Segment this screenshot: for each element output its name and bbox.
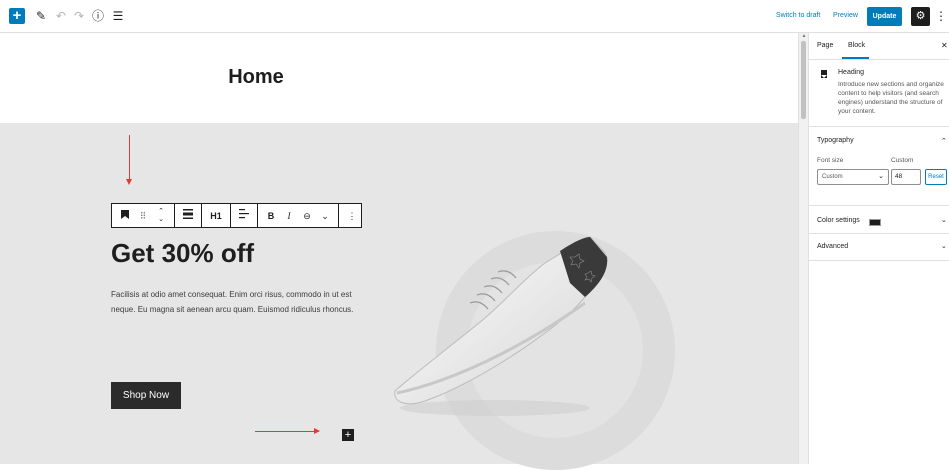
shop-now-button[interactable]: Shop Now (111, 382, 181, 409)
redo-icon[interactable]: ↷ (72, 8, 86, 24)
scrollbar-thumb[interactable] (801, 41, 806, 119)
more-options-icon[interactable]: ⋮ (935, 8, 947, 24)
chevron-up-icon[interactable]: ⌃ (941, 137, 947, 145)
text-align-icon[interactable] (237, 208, 251, 224)
switch-to-draft-button[interactable]: Switch to draft (776, 12, 820, 19)
chevron-down-icon[interactable]: ⌄ (941, 216, 947, 224)
tab-block[interactable]: Block (848, 42, 865, 49)
info-icon[interactable]: ⓘ (91, 8, 105, 24)
undo-icon[interactable]: ↶ (54, 8, 68, 24)
annotation-arrow-down-head (126, 179, 132, 185)
drag-handle-icon[interactable]: ⠿ (136, 208, 150, 224)
font-size-select[interactable]: Custom ⌄ (817, 169, 889, 185)
settings-sidebar: Page Block ✕ Heading Introduce new secti… (808, 33, 949, 464)
preview-button[interactable]: Preview (833, 12, 858, 19)
divider (809, 260, 949, 261)
align-wide-icon[interactable] (181, 208, 195, 224)
canvas-scrollbar[interactable]: ▲ (798, 33, 808, 464)
divider (809, 205, 949, 206)
bold-button[interactable]: B (264, 208, 278, 224)
heading-bookmark-icon (821, 70, 827, 78)
tab-page[interactable]: Page (817, 42, 833, 49)
block-name: Heading (838, 69, 865, 76)
active-tab-indicator (842, 57, 869, 59)
update-button[interactable]: Update (867, 7, 902, 26)
list-view-icon[interactable]: ☰ (111, 8, 125, 24)
add-block-button[interactable]: + (9, 8, 25, 24)
font-size-label: Font size (817, 157, 844, 164)
typography-panel-title[interactable]: Typography (817, 137, 854, 144)
custom-font-size-input[interactable]: 48 (891, 169, 921, 185)
reset-button[interactable]: Reset (925, 169, 947, 185)
heading-block-icon[interactable] (118, 208, 132, 224)
chevron-down-icon: ⌄ (878, 173, 884, 180)
hero-paragraph[interactable]: Facilisis at odio amet consequat. Enim o… (111, 287, 366, 317)
hero-cover-block[interactable]: ⠿ ⌃ ⌄ H1 B I ⊖ ⌄ ⋮ Get 30% off Facilisis… (0, 123, 798, 470)
more-formats-chevron-icon[interactable]: ⌄ (318, 208, 332, 224)
page-title[interactable]: Home (0, 66, 512, 89)
block-options-icon[interactable]: ⋮ (345, 208, 359, 224)
link-icon[interactable]: ⊖ (300, 208, 314, 224)
divider (809, 233, 949, 234)
settings-gear-icon[interactable]: ⚙ (911, 7, 930, 26)
italic-button[interactable]: I (282, 208, 296, 224)
advanced-panel-title[interactable]: Advanced (817, 243, 848, 250)
scroll-up-arrow-icon[interactable]: ▲ (801, 33, 807, 39)
pencil-tools-icon[interactable]: ✎ (34, 8, 48, 24)
color-swatch (869, 219, 881, 226)
editor-topbar: + ✎ ↶ ↷ ⓘ ☰ Switch to draft Preview Upda… (0, 0, 949, 33)
heading-level-button[interactable]: H1 (208, 208, 224, 224)
hero-heading[interactable]: Get 30% off (111, 238, 254, 269)
annotation-arrow-down (129, 135, 130, 181)
title-area: Home (0, 33, 798, 123)
block-inserter-plus-icon[interactable]: + (342, 429, 354, 441)
block-toolbar: ⠿ ⌃ ⌄ H1 B I ⊖ ⌄ ⋮ (111, 203, 362, 228)
chevron-down-icon[interactable]: ⌄ (941, 242, 947, 250)
close-icon[interactable]: ✕ (941, 41, 948, 50)
editor-canvas: Home ⠿ ⌃ ⌄ H1 B I ⊖ ⌄ ⋮ Get 30% off Faci… (0, 33, 798, 470)
sidebar-tabs: Page Block ✕ (809, 33, 949, 60)
custom-size-label: Custom (891, 157, 914, 164)
divider (809, 126, 949, 127)
annotation-arrow-right-head (314, 428, 320, 434)
sneaker-image (394, 236, 608, 416)
annotation-arrow-right (255, 431, 316, 432)
move-up-down-icon[interactable]: ⌃ ⌄ (154, 208, 168, 224)
color-settings-panel-title[interactable]: Color settings (817, 217, 860, 224)
block-description: Introduce new sections and organize cont… (838, 81, 944, 115)
font-size-select-value: Custom (822, 174, 843, 180)
